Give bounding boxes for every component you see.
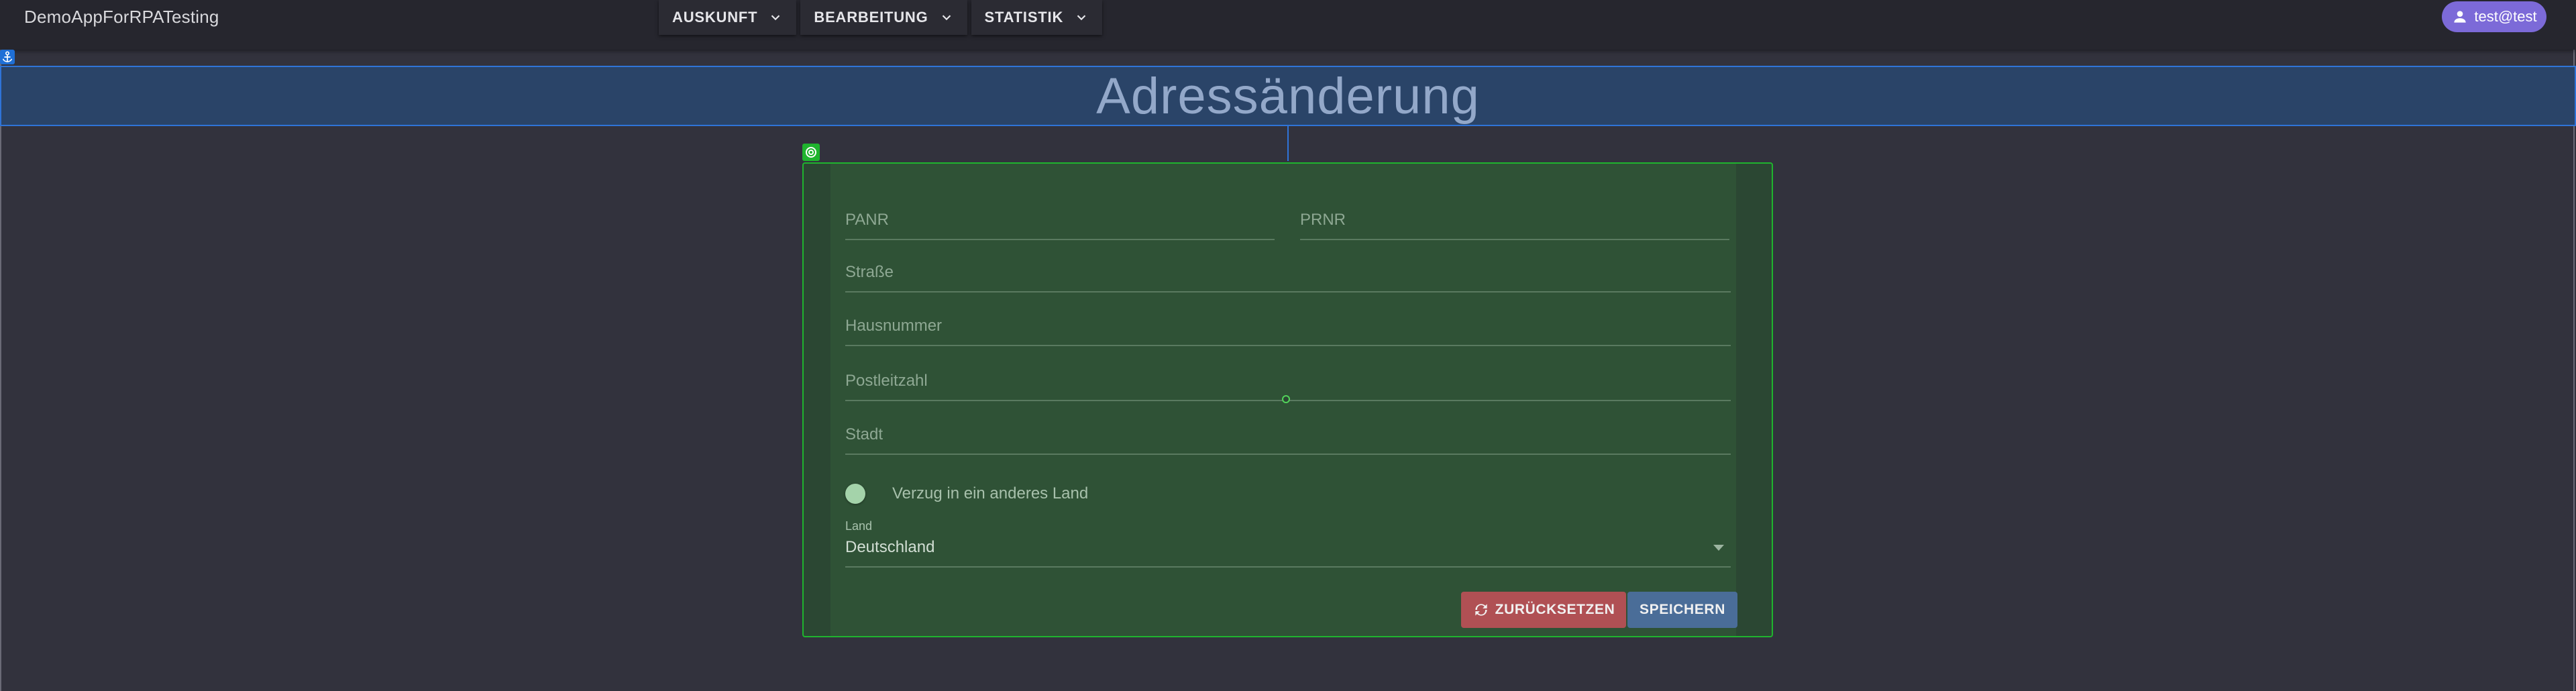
hausnummer-field[interactable]: Hausnummer: [845, 306, 1731, 346]
element-handle: [1282, 395, 1290, 403]
reset-button[interactable]: ZURÜCKSETZEN: [1461, 592, 1626, 628]
prnr-label: PRNR: [1300, 211, 1346, 229]
person-icon: [2454, 11, 2467, 23]
nav-auskunft[interactable]: AUSKUNFT: [659, 0, 797, 35]
stadt-field[interactable]: Stadt: [845, 415, 1731, 455]
save-button-label: SPEICHERN: [1640, 602, 1725, 617]
strasse-field[interactable]: Straße: [845, 252, 1731, 293]
postleitzahl-label: Postleitzahl: [845, 372, 928, 390]
top-app-bar: DemoAppForRPATesting AUSKUNFT BEARBEITUN…: [0, 0, 2576, 50]
dropdown-arrow-icon: [1713, 545, 1724, 551]
user-menu-button[interactable]: test@test: [2442, 1, 2546, 32]
nav-statistik-label: STATISTIK: [984, 9, 1064, 25]
anchor-icon: [0, 50, 15, 64]
reset-button-label: ZURÜCKSETZEN: [1495, 602, 1615, 617]
land-value: Deutschland: [845, 538, 935, 556]
hausnummer-label: Hausnummer: [845, 317, 943, 335]
nav-bearbeitung[interactable]: BEARBEITUNG: [800, 0, 967, 35]
panr-label: PANR: [845, 211, 889, 229]
chevron-down-icon: [771, 15, 780, 21]
land-label: Land: [845, 519, 873, 533]
toggle-label: Verzug in ein anderes Land: [892, 484, 1089, 502]
stadt-label: Stadt: [845, 425, 883, 443]
prnr-field[interactable]: PRNR: [1300, 200, 1729, 240]
app-title: DemoAppForRPATesting: [24, 7, 219, 27]
chevron-down-icon: [1077, 15, 1086, 21]
nav-statistik[interactable]: STATISTIK: [971, 0, 1103, 35]
target-icon: [802, 144, 820, 161]
chevron-down-icon: [942, 15, 951, 21]
toggle-switch[interactable]: [845, 484, 865, 504]
nav-auskunft-label: AUSKUNFT: [672, 9, 758, 25]
refresh-icon: [1474, 604, 1487, 616]
page-title: Adressänderung: [1096, 67, 1480, 125]
strasse-label: Straße: [845, 263, 894, 281]
user-label: test@test: [2474, 8, 2537, 25]
country-move-toggle[interactable]: Verzug in ein anderes Land: [845, 482, 1088, 506]
title-band: Adressänderung: [0, 66, 2576, 126]
save-button[interactable]: SPEICHERN: [1627, 592, 1737, 628]
anchor-connector-line: [1287, 126, 1289, 161]
panr-field[interactable]: PANR: [845, 200, 1275, 240]
nav-bearbeitung-label: BEARBEITUNG: [814, 9, 928, 25]
land-select[interactable]: Land Deutschland: [845, 519, 1731, 568]
main-nav: AUSKUNFT BEARBEITUNG STATISTIK: [659, 0, 1103, 36]
